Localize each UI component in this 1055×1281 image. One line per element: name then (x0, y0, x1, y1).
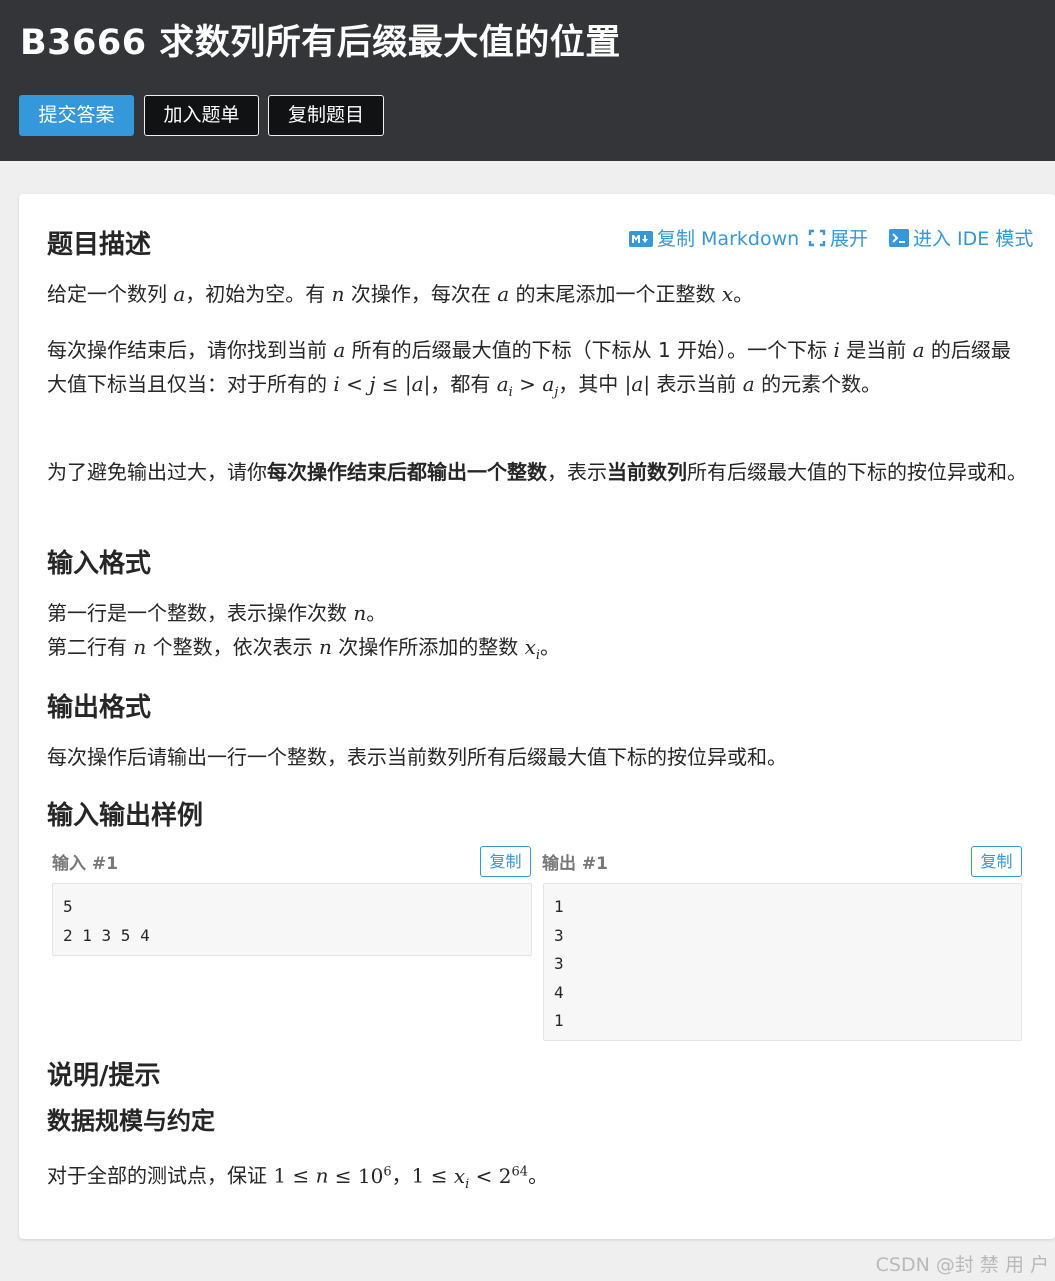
input-format-heading: 输入格式 (47, 549, 152, 579)
text-run: 个整数，依次表示 (146, 635, 319, 659)
copy-markdown-link[interactable]: 复制 Markdown (629, 224, 799, 252)
text-run: 。 (528, 1163, 549, 1188)
text-run-bold: 当前数列 (607, 460, 687, 484)
text-run: ，其中 (558, 372, 625, 396)
text-run: ，都有 (430, 372, 497, 396)
output-format-heading: 输出格式 (47, 693, 152, 723)
expand-link[interactable]: 展开 (808, 224, 868, 252)
text-run-bold: 每次操作结束后都输出一个整数 (267, 460, 547, 484)
text-run: 的元素个数。 (754, 372, 882, 396)
copy-input-button[interactable]: 复制 (480, 846, 531, 877)
text-run: 给定一个数列 (47, 282, 174, 306)
description-heading: 题目描述 (47, 230, 152, 260)
text-run: ，表示 (547, 460, 607, 484)
problem-card: 题目描述 复制 Markdown 展开 进入 IDE 模式 给定一个数列 a，初… (19, 194, 1055, 1239)
watermark: CSDN @封 禁 用 户 (875, 1254, 1049, 1276)
sample-output-label: 输出 #1 (542, 854, 608, 874)
copy-problem-button[interactable]: 复制题目 (268, 95, 384, 136)
text-run: ，初始为空。有 (185, 282, 332, 306)
copy-markdown-label: 复制 Markdown (657, 228, 800, 250)
samples-heading: 输入输出样例 (47, 801, 204, 831)
text-run: 次操作，每次在 (344, 282, 498, 306)
text-run: 。 (366, 601, 387, 625)
text-run: 所有的后缀最大值的下标（下标从 1 开始）。一个下标 (345, 338, 834, 362)
markdown-icon (629, 230, 653, 252)
text-run: 。 (540, 635, 561, 659)
text-run: 每次操作结束后，请你找到当前 (47, 338, 334, 362)
problem-header: B3666 求数列所有后缀最大值的位置 提交答案 加入题单 复制题目 (0, 0, 1055, 161)
expand-label: 展开 (830, 228, 869, 250)
text-run: 为了避免输出过大，请你 (47, 460, 267, 484)
output-format-text: 每次操作后请输出一行一个整数，表示当前数列所有后缀最大值下标的按位异或和。 (47, 745, 787, 769)
text-run: 所有后缀最大值的下标的按位异或和。 (687, 460, 1027, 484)
text-run: 次操作所添加的整数 (331, 635, 525, 659)
sample-input-label: 输入 #1 (52, 854, 118, 874)
text-run: 对于全部的测试点，保证 (47, 1163, 274, 1188)
sample-input-box[interactable]: 5 2 1 3 5 4 (52, 883, 532, 956)
description-paragraph-2: 每次操作结束后，请你找到当前 a 所有的后缀最大值的下标（下标从 1 开始）。一… (47, 338, 1011, 400)
description-paragraph-1: 给定一个数列 a，初始为空。有 n 次操作，每次在 a 的末尾添加一个正整数 x… (47, 282, 754, 306)
ide-mode-link[interactable]: 进入 IDE 模式 (889, 224, 1033, 252)
text-run: 第一行是一个整数，表示操作次数 (47, 601, 354, 625)
text-run: 是当前 (839, 338, 913, 362)
submit-button[interactable]: 提交答案 (19, 95, 134, 136)
constraints-heading: 数据规模与约定 (47, 1107, 215, 1135)
add-to-list-button[interactable]: 加入题单 (144, 95, 259, 136)
copy-output-button[interactable]: 复制 (971, 846, 1022, 877)
sample-output-box[interactable]: 1 3 3 4 1 (543, 883, 1022, 1041)
expand-icon (808, 229, 826, 252)
input-format-text: 第一行是一个整数，表示操作次数 n。 第二行有 n 个整数，依次表示 n 次操作… (47, 601, 561, 663)
text-run: 第二行有 (47, 635, 134, 659)
constraints-text: 对于全部的测试点，保证 1 ≤ n ≤ 106，1 ≤ xi < 264。 (47, 1163, 549, 1192)
text-run: ， (391, 1163, 412, 1188)
text-run: 。 (733, 282, 754, 306)
ide-mode-label: 进入 IDE 模式 (913, 228, 1034, 250)
text-run: 表示当前 (650, 372, 743, 396)
page-title: B3666 求数列所有后缀最大值的位置 (20, 23, 621, 63)
terminal-icon (889, 229, 909, 252)
hint-heading: 说明/提示 (47, 1061, 161, 1091)
text-run: 的末尾添加一个正整数 (509, 282, 722, 306)
description-paragraph-3: 为了避免输出过大，请你每次操作结束后都输出一个整数，表示当前数列所有后缀最大值的… (47, 455, 1027, 489)
